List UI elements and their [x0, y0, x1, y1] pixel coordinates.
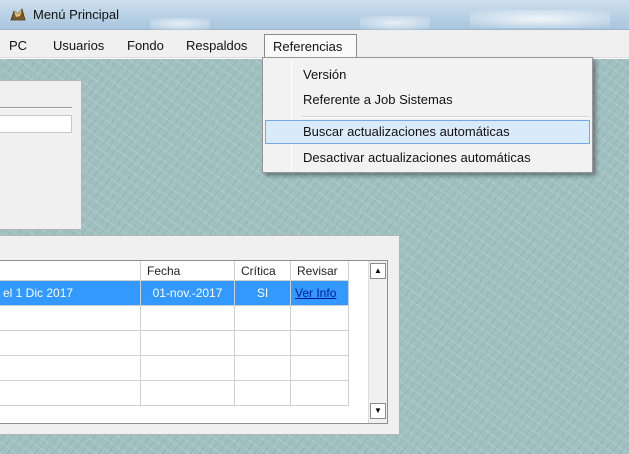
cell-description[interactable]: el 1 Dic 2017: [0, 281, 141, 306]
title-glow: [150, 18, 210, 30]
menu-item-desactivar-actualizaciones[interactable]: Desactivar actualizaciones automáticas: [265, 146, 590, 170]
info-panel: [0, 80, 82, 230]
grid-cell[interactable]: [0, 381, 141, 406]
column-header-critica[interactable]: Crítica: [235, 261, 291, 281]
grid-cell[interactable]: [291, 306, 349, 331]
grid-cell[interactable]: [235, 331, 291, 356]
grid-cell[interactable]: [235, 356, 291, 381]
grid-cell[interactable]: [0, 306, 141, 331]
ver-info-link[interactable]: Ver Info: [295, 286, 336, 300]
menu-pc[interactable]: PC: [9, 38, 27, 53]
window-title: Menú Principal: [33, 7, 119, 22]
cell-critica[interactable]: SI: [235, 281, 291, 306]
grid-cell[interactable]: [235, 381, 291, 406]
scroll-down-icon[interactable]: ▼: [370, 403, 386, 419]
cell-fecha[interactable]: 01-nov.-2017: [141, 281, 235, 306]
grid-cell[interactable]: [141, 331, 235, 356]
grid-cell[interactable]: [141, 306, 235, 331]
title-bar[interactable]: Menú Principal: [0, 0, 629, 30]
column-header-fecha[interactable]: Fecha: [141, 261, 235, 281]
menu-respaldos[interactable]: Respaldos: [186, 38, 247, 53]
menu-fondo[interactable]: Fondo: [127, 38, 164, 53]
updates-grid[interactable]: Fecha Crítica Revisar el 1 Dic 2017 01-n…: [0, 260, 388, 424]
cell-revisar[interactable]: Ver Info: [291, 281, 349, 306]
grid-scrollbar[interactable]: ▲ ▼: [368, 261, 387, 423]
menu-item-buscar-actualizaciones[interactable]: Buscar actualizaciones automáticas: [265, 120, 590, 144]
panel-text-field[interactable]: [0, 115, 72, 133]
menu-referencias[interactable]: Referencias: [273, 39, 342, 54]
grid-cell[interactable]: [0, 331, 141, 356]
menu-referencias-open[interactable]: Referencias: [264, 34, 357, 58]
menu-item-version[interactable]: Versión: [265, 63, 590, 87]
title-glow: [470, 10, 610, 28]
grid-cell[interactable]: [0, 356, 141, 381]
grid-cell[interactable]: [235, 306, 291, 331]
menu-item-referente[interactable]: Referente a Job Sistemas: [265, 88, 590, 112]
menu-separator: [301, 116, 589, 118]
grid-cell[interactable]: [141, 356, 235, 381]
panel-divider: [0, 107, 72, 109]
referencias-dropdown: Versión Referente a Job Sistemas Buscar …: [262, 57, 593, 173]
grid-cell[interactable]: [291, 331, 349, 356]
column-header-description[interactable]: [0, 261, 141, 281]
column-header-revisar[interactable]: Revisar: [291, 261, 349, 281]
grid-cell[interactable]: [141, 381, 235, 406]
title-glow: [360, 16, 430, 30]
grid-cell[interactable]: [291, 356, 349, 381]
scroll-up-icon[interactable]: ▲: [370, 263, 386, 279]
app-icon: [10, 8, 26, 21]
grid-cell[interactable]: [291, 381, 349, 406]
menu-usuarios[interactable]: Usuarios: [53, 38, 104, 53]
